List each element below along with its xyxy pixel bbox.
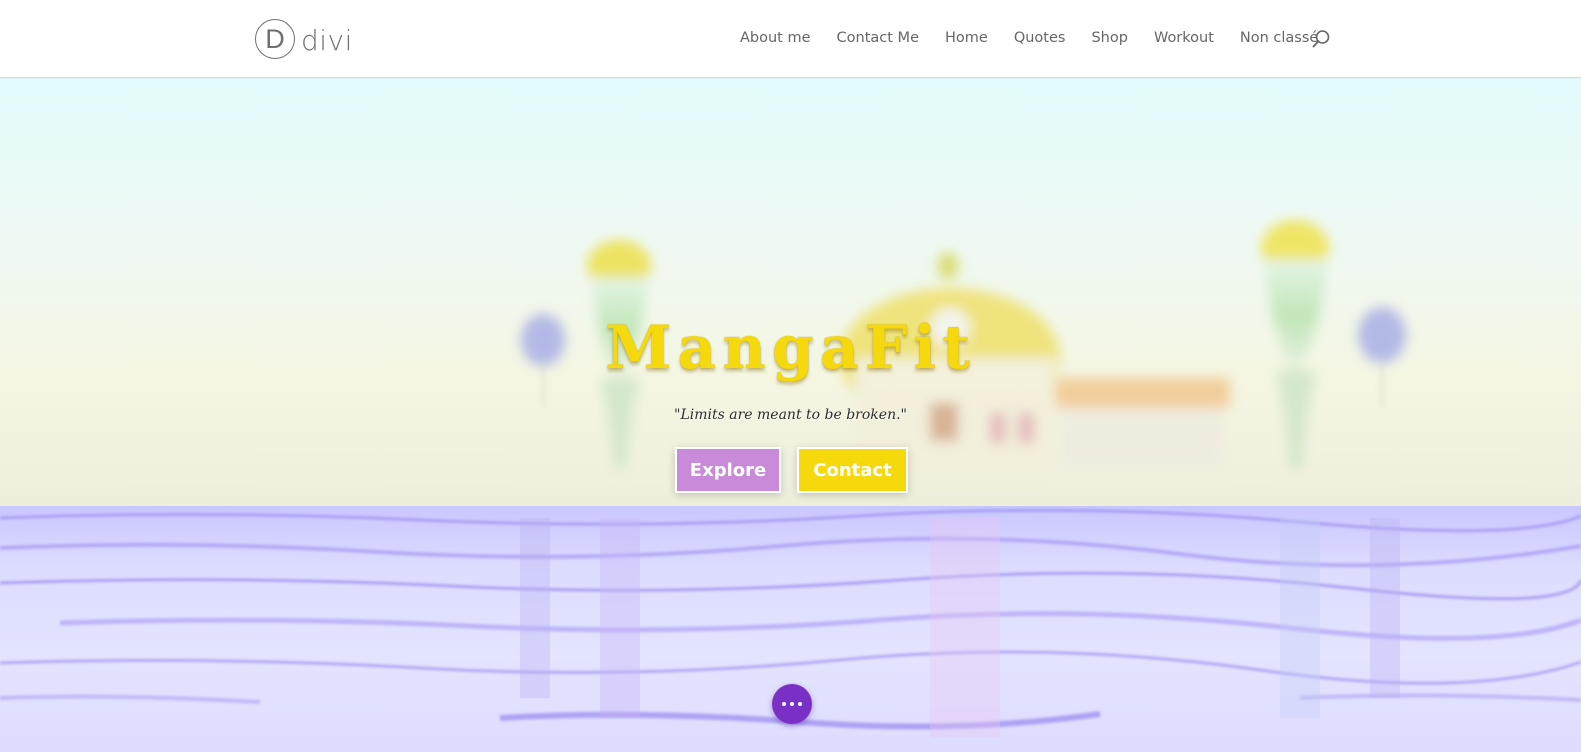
nav-item-about-me[interactable]: About me (740, 30, 811, 46)
site-logo[interactable]: D divi (255, 17, 353, 61)
more-options-button[interactable] (772, 684, 812, 724)
page: D divi About me Contact Me Home Quotes S… (0, 0, 1581, 752)
logo-mark-icon: D (255, 19, 295, 59)
nav-item-shop[interactable]: Shop (1091, 30, 1127, 46)
more-horizontal-icon (782, 702, 786, 706)
hero-subtitle: "Limits are meant to be broken." (674, 407, 907, 423)
nav-item-workout[interactable]: Workout (1154, 30, 1214, 46)
more-horizontal-icon-dot (798, 702, 802, 706)
site-header: D divi About me Contact Me Home Quotes S… (0, 0, 1581, 78)
nav-item-non-classe[interactable]: Non classé (1240, 30, 1318, 46)
search-button[interactable] (1311, 29, 1331, 49)
hero-title: MangaFit (605, 313, 976, 383)
more-horizontal-icon-dot (790, 702, 794, 706)
hero-section: MangaFit "Limits are meant to be broken.… (0, 78, 1581, 752)
nav-item-quotes[interactable]: Quotes (1014, 30, 1066, 46)
contact-button[interactable]: Contact (797, 447, 908, 493)
nav-item-home[interactable]: Home (945, 30, 988, 46)
main-nav: About me Contact Me Home Quotes Shop Wor… (740, 27, 1344, 49)
search-icon (1312, 30, 1330, 48)
nav-item-contact-me[interactable]: Contact Me (837, 30, 919, 46)
logo-text: divi (301, 23, 353, 57)
explore-button[interactable]: Explore (675, 447, 781, 493)
hero-content: MangaFit "Limits are meant to be broken.… (0, 78, 1581, 752)
